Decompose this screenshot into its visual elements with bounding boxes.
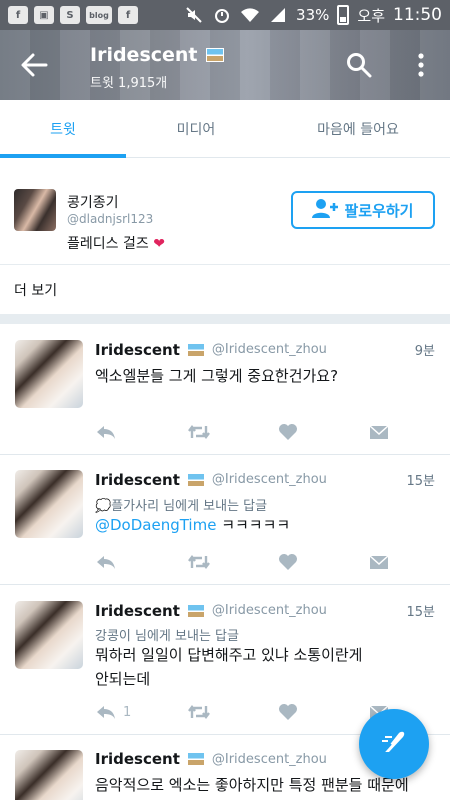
like-heart-icon[interactable]: [278, 420, 298, 444]
suggested-user-name[interactable]: 콩기종기: [67, 192, 119, 212]
active-tab-indicator: [0, 154, 126, 158]
rainbow-image-icon: [186, 603, 205, 618]
follow-button[interactable]: 팔로우하기: [291, 191, 435, 229]
reply-context[interactable]: 💭플가사리 님에게 보내는 답글: [95, 495, 267, 514]
tweet-header: Iridescent @Iridescent_zhou 9분: [95, 340, 435, 360]
profile-title: Iridescent: [90, 44, 224, 66]
follow-button-label: 팔로우하기: [344, 201, 414, 220]
bio-text: 플레디스 걸즈: [67, 236, 149, 252]
facebook-notification-icon: f: [8, 6, 28, 24]
direct-message-icon[interactable]: [369, 550, 389, 574]
tweet-timestamp: 15분: [406, 605, 435, 620]
rainbow-image-icon: [186, 752, 205, 766]
compose-feather-icon: [379, 727, 409, 761]
tweet-timestamp: 15분: [406, 474, 435, 489]
tweet-text: 뭐하러 일일이 답변해주고 있냐 소통이란게 안되는데: [95, 643, 435, 691]
compose-tweet-button[interactable]: [359, 709, 429, 779]
rainbow-image-icon: [186, 342, 205, 357]
avatar[interactable]: [15, 601, 83, 669]
reply-icon: [97, 706, 115, 719]
rainbow-image-icon: [205, 48, 224, 62]
reply-context[interactable]: 강콩이 님에게 보내는 답글: [95, 625, 239, 644]
tweet-author-handle: @Iridescent_zhou: [211, 342, 327, 357]
retweet-icon[interactable]: [187, 420, 211, 444]
image-notification-icon: ▣: [34, 6, 54, 24]
tweet-author-handle: @Iridescent_zhou: [211, 603, 327, 618]
section-divider: [0, 314, 450, 324]
suggested-user-handle: @dladnjsrl123: [67, 212, 154, 226]
reply-icon[interactable]: [95, 550, 117, 574]
tweet-text-line: ㅋㅋㅋㅋㅋ: [216, 516, 291, 534]
profile-header: Iridescent 트윗 1,915개: [0, 30, 450, 100]
tweet-text-line: 안되는데: [95, 670, 151, 688]
tab-likes[interactable]: 마음에 들어요: [266, 100, 450, 158]
profile-name: Iridescent: [90, 44, 198, 66]
notification-icons: f ▣ S blog f: [8, 6, 138, 24]
add-user-icon: [312, 198, 339, 222]
overflow-menu-icon[interactable]: [411, 52, 431, 78]
tweet-author-name[interactable]: Iridescent: [95, 750, 180, 768]
back-arrow-icon[interactable]: [20, 52, 48, 78]
alarm-icon: [212, 5, 232, 25]
direct-message-icon[interactable]: [369, 420, 389, 444]
show-more-link[interactable]: 더 보기: [0, 266, 450, 314]
tweet[interactable]: Iridescent @Iridescent_zhou 9분 엑소엘분들 그게 …: [0, 324, 450, 455]
tweet-count: 트윗 1,915개: [90, 76, 168, 91]
facebook-notification-icon-2: f: [118, 6, 138, 24]
tweet[interactable]: Iridescent @Iridescent_zhou 15분 💭플가사리 님에…: [0, 455, 450, 585]
retweet-icon[interactable]: [187, 550, 211, 574]
wifi-icon: [240, 5, 260, 25]
blog-notification-icon: blog: [86, 6, 112, 24]
app-root: f ▣ S blog f 33% 오후 11:50 Iridescent 트윗 …: [0, 0, 450, 800]
battery-percent: 33%: [296, 6, 330, 24]
search-icon[interactable]: [346, 52, 372, 78]
status-bar: f ▣ S blog f 33% 오후 11:50: [0, 0, 450, 30]
like-heart-icon[interactable]: [278, 550, 298, 574]
retweet-icon[interactable]: [187, 700, 211, 724]
tweet-author-name[interactable]: Iridescent: [95, 471, 180, 489]
reply-button[interactable]: 1: [95, 700, 131, 724]
tweet-text-line: 엑소엘분들 그게 그렇게 중요한건가요?: [95, 367, 339, 385]
tweet-actions: 1: [95, 700, 395, 724]
tweet-author-name[interactable]: Iridescent: [95, 602, 180, 620]
tweet-header: Iridescent @Iridescent_zhou 15분: [95, 470, 435, 490]
system-indicators: 33% 오후 11:50: [184, 5, 442, 26]
tweet-timestamp: 9분: [414, 344, 435, 359]
battery-icon: [337, 5, 350, 25]
clock-time: 11:50: [393, 5, 442, 25]
skype-notification-icon: S: [60, 6, 80, 24]
tweet-author-handle: @Iridescent_zhou: [211, 472, 327, 487]
tweet-header: Iridescent @Iridescent_zhou 15분: [95, 601, 435, 621]
mention-link[interactable]: @DoDaengTime: [95, 516, 216, 534]
rainbow-image-icon: [186, 472, 205, 487]
avatar[interactable]: [14, 189, 56, 231]
reply-count: 1: [123, 704, 132, 720]
clock-ampm: 오후: [357, 6, 385, 25]
tweet-text: 엑소엘분들 그게 그렇게 중요한건가요?: [95, 364, 435, 388]
avatar[interactable]: [15, 340, 83, 408]
tweet-actions: [95, 550, 395, 574]
avatar[interactable]: [15, 470, 83, 538]
like-heart-icon[interactable]: [278, 700, 298, 724]
who-to-follow-card: 콩기종기 @dladnjsrl123 플레디스 걸즈 ❤ 팔로우하기: [0, 175, 450, 265]
tab-media[interactable]: 미디어: [126, 100, 266, 158]
heart-emoji: ❤: [153, 236, 165, 252]
tweet-text-line: 뭐하러 일일이 답변해주고 있냐 소통이란게: [95, 646, 363, 664]
tweet-text: @DoDaengTime ㅋㅋㅋㅋㅋ: [95, 513, 435, 537]
profile-tabs: 트윗 미디어 마음에 들어요: [0, 100, 450, 158]
tweet-actions: [95, 420, 395, 444]
signal-icon: [268, 5, 288, 25]
mute-icon: [184, 5, 204, 25]
tweet-author-name[interactable]: Iridescent: [95, 341, 180, 359]
avatar[interactable]: [15, 750, 83, 800]
tweet-author-handle: @Iridescent_zhou: [211, 751, 327, 767]
tab-tweets[interactable]: 트윗: [0, 100, 126, 158]
reply-icon[interactable]: [95, 420, 117, 444]
suggested-user-bio: 플레디스 걸즈 ❤: [67, 233, 165, 253]
